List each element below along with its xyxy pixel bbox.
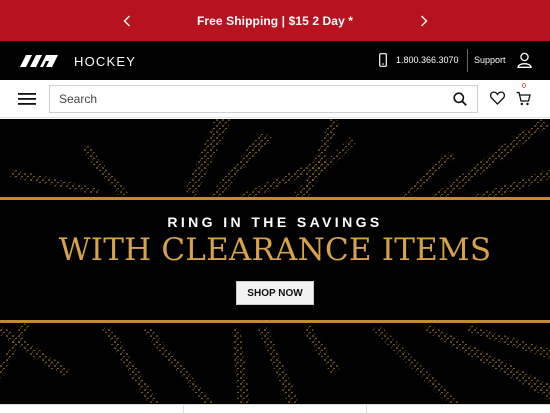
support-link[interactable]: Support <box>474 55 506 65</box>
search-box <box>49 85 478 113</box>
promo-next-button[interactable] <box>416 12 432 30</box>
search-input[interactable] <box>50 87 440 111</box>
site-header: HOCKEY 1.800.366.3070 Support <box>0 41 550 80</box>
cart-count-badge: 0 <box>522 83 526 90</box>
user-icon[interactable] <box>517 52 532 68</box>
hero-kicker: RING IN THE SAVINGS <box>167 214 383 230</box>
logo-icon[interactable] <box>18 55 60 67</box>
menu-icon[interactable] <box>18 93 36 105</box>
brand-name[interactable]: HOCKEY <box>74 54 136 69</box>
phone-icon <box>379 53 387 67</box>
promo-text[interactable]: Free Shipping | $15 2 Day * <box>197 14 353 28</box>
heart-icon[interactable] <box>490 91 505 105</box>
hero-banner[interactable]: RING IN THE SAVINGS WITH CLEARANCE ITEMS… <box>0 119 550 404</box>
header-divider <box>467 49 468 72</box>
shop-now-button[interactable]: SHOP NOW <box>236 281 314 305</box>
search-icon[interactable] <box>453 92 467 106</box>
hero-title: WITH CLEARANCE ITEMS <box>58 232 492 268</box>
cart-icon[interactable] <box>516 91 531 106</box>
category-strip <box>0 404 550 413</box>
promo-bar: Free Shipping | $15 2 Day * <box>0 0 550 41</box>
promo-prev-button[interactable] <box>119 12 135 30</box>
phone-link[interactable]: 1.800.366.3070 <box>396 55 459 65</box>
chevron-right-icon <box>421 15 428 27</box>
chevron-left-icon <box>123 15 130 27</box>
search-bar-row: 0 <box>0 80 550 118</box>
